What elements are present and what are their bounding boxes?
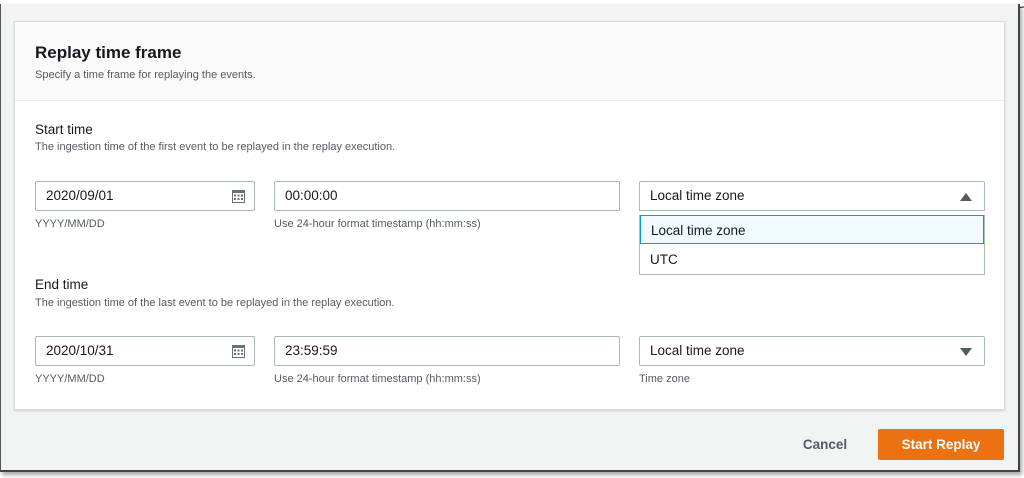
end-date-value: 2020/10/31 <box>46 343 114 358</box>
start-timezone-select[interactable]: Local time zone <box>639 181 985 211</box>
calendar-icon[interactable] <box>232 190 245 203</box>
start-time-label: Start time <box>35 122 93 137</box>
start-date-hint: YYYY/MM/DD <box>35 218 105 230</box>
start-time-input[interactable]: 00:00:00 <box>274 181 620 211</box>
timezone-option-local[interactable]: Local time zone <box>640 215 984 244</box>
end-timezone-value: Local time zone <box>650 343 745 358</box>
panel-header: Replay time frame Specify a time frame f… <box>15 22 1004 101</box>
end-date-hint: YYYY/MM/DD <box>35 373 105 385</box>
timezone-option-utc[interactable]: UTC <box>640 245 984 274</box>
start-replay-button[interactable]: Start Replay <box>878 429 1004 460</box>
timezone-dropdown-list: Local time zone UTC <box>639 215 985 275</box>
end-time-input[interactable]: 23:59:59 <box>274 336 620 366</box>
start-time-value: 00:00:00 <box>285 188 338 203</box>
caret-up-icon <box>960 193 972 201</box>
end-timezone-hint: Time zone <box>639 373 690 385</box>
start-time-description: The ingestion time of the first event to… <box>35 141 396 153</box>
caret-down-icon <box>960 348 972 356</box>
end-timezone-select[interactable]: Local time zone <box>639 336 985 366</box>
start-time-hint: Use 24-hour format timestamp (hh:mm:ss) <box>274 218 481 230</box>
start-date-input[interactable]: 2020/09/01 <box>35 181 255 211</box>
panel-description: Specify a time frame for replaying the e… <box>35 69 256 81</box>
replay-time-frame-panel: Replay time frame Specify a time frame f… <box>14 21 1005 410</box>
end-time-description: The ingestion time of the last event to … <box>35 297 395 309</box>
start-date-value: 2020/09/01 <box>46 188 114 203</box>
end-time-value: 23:59:59 <box>285 343 338 358</box>
end-time-hint: Use 24-hour format timestamp (hh:mm:ss) <box>274 373 481 385</box>
panel-title: Replay time frame <box>35 43 182 62</box>
end-time-label: End time <box>35 277 89 292</box>
cancel-button[interactable]: Cancel <box>785 431 865 459</box>
end-date-input[interactable]: 2020/10/31 <box>35 336 255 366</box>
start-timezone-value: Local time zone <box>650 188 745 203</box>
calendar-icon[interactable] <box>232 345 245 358</box>
dialog-frame: Replay time frame Specify a time frame f… <box>0 4 1020 472</box>
